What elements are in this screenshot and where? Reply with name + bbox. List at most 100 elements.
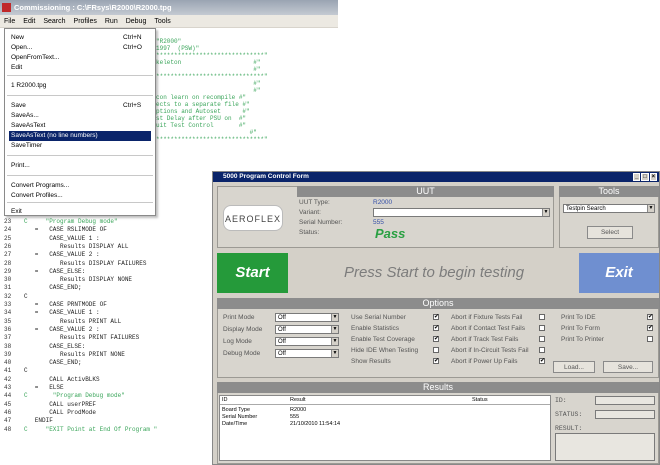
abort-option-checkbox[interactable] [539, 314, 545, 320]
save-button[interactable]: Save... [603, 361, 653, 373]
mode-dropdown[interactable]: Off ▼ [275, 349, 339, 358]
tools-select-value: Testpin Search [566, 206, 606, 212]
abort-option-checkbox[interactable] [539, 336, 545, 342]
app-icon [2, 3, 11, 12]
start-button[interactable]: Start [217, 253, 288, 293]
option-label: Enable Test Coverage [351, 336, 415, 343]
code-line: CASE_END; [24, 284, 82, 292]
option-label: Use Serial Number [351, 314, 406, 321]
results-column-header: Status [472, 397, 488, 403]
print-option-checkbox[interactable] [647, 336, 653, 342]
aeroflex-logo: AEROFLEX [223, 205, 283, 231]
results-table[interactable]: ID Result Status Board Type R2000 Serial Numb… [219, 395, 551, 461]
file-menu-item-label: Print... [11, 162, 30, 169]
file-menu-item[interactable]: New Ctrl+N [9, 33, 151, 43]
option-checkbox[interactable]: ✔ [433, 325, 439, 331]
menu-run[interactable]: Run [105, 15, 118, 27]
option-checkbox[interactable] [433, 347, 439, 353]
code-line: CALL userPREF [24, 400, 97, 408]
menu-edit[interactable]: Edit [23, 15, 35, 27]
file-menu-item[interactable]: Exit [9, 207, 151, 217]
options-header: Options [217, 298, 659, 309]
variant-label: Variant: [299, 209, 321, 216]
file-menu-shortcut: Ctrl+O [123, 44, 142, 51]
menu-file[interactable]: File [4, 15, 15, 27]
uut-type-label: UUT Type: [299, 199, 330, 206]
code-line: = CASE RSLIMODE OF [24, 226, 107, 234]
line-number: 42 [4, 375, 12, 383]
line-number: 39 [4, 350, 12, 358]
print-option-label: Print To Form [561, 325, 600, 332]
abort-option-checkbox[interactable]: ✔ [539, 358, 545, 364]
mode-label: Debug Mode [223, 350, 261, 357]
option-checkbox[interactable]: ✔ [433, 358, 439, 364]
abort-option-checkbox[interactable] [539, 325, 545, 331]
option-checkbox[interactable]: ✔ [433, 314, 439, 320]
exit-button[interactable]: Exit [579, 253, 659, 293]
code-line: Results PRINT FAILURES [24, 334, 140, 342]
file-menu-item[interactable]: Open... Ctrl+O [9, 43, 151, 53]
file-menu-item[interactable]: 1 R2000.tpg [9, 81, 151, 91]
file-menu-item-label: Open... [11, 44, 33, 51]
menu-search[interactable]: Search [43, 15, 65, 27]
chevron-down-icon: ▼ [647, 205, 654, 212]
file-menu-item[interactable]: OpenFromText... [9, 53, 151, 63]
maximize-button[interactable]: □ [641, 173, 649, 181]
menu-debug[interactable]: Debug [126, 15, 147, 27]
line-number: 47 [4, 417, 12, 425]
tools-header: Tools [559, 186, 659, 197]
variant-dropdown[interactable]: ▼ [373, 208, 550, 217]
line-number: 45 [4, 400, 12, 408]
mode-label: Print Mode [223, 314, 255, 321]
mode-dropdown[interactable]: Off ▼ [275, 325, 339, 334]
file-menu-item[interactable]: Edit [9, 63, 151, 73]
line-number: 24 [4, 226, 12, 234]
result-detail-field [595, 410, 655, 419]
file-menu-item[interactable]: Convert Programs... [9, 181, 151, 191]
option-checkbox[interactable]: ✔ [433, 336, 439, 342]
line-number: 29 [4, 267, 12, 275]
chevron-down-icon: ▼ [331, 326, 338, 333]
mode-dropdown[interactable]: Off ▼ [275, 313, 339, 322]
file-menu-item[interactable]: SaveAsText (no line numbers) [9, 131, 151, 141]
close-button[interactable]: × [649, 173, 657, 181]
uut-type-value: R2000 [373, 199, 393, 206]
line-number: 46 [4, 408, 12, 416]
minimize-button[interactable]: _ [633, 173, 641, 181]
code-line: CASE_VALUE 1 : [24, 234, 100, 242]
chevron-down-icon: ▼ [331, 314, 338, 321]
select-button[interactable]: Select [587, 226, 633, 239]
result-detail-label: STATUS: [555, 411, 583, 418]
file-menu-item[interactable]: Convert Profiles... [9, 191, 151, 201]
line-number: 48 [4, 425, 12, 433]
print-option-checkbox[interactable]: ✔ [647, 314, 653, 320]
line-number: 35 [4, 317, 12, 325]
file-menu-item[interactable]: Print... [9, 161, 151, 171]
code-line: = CASE_ELSE: [24, 267, 86, 275]
file-menu-item[interactable]: SaveAs... [9, 111, 151, 121]
file-menu-item-label: Exit [11, 208, 22, 215]
code-line: keleton #" [156, 59, 261, 66]
code-line: #" [156, 80, 261, 87]
tools-select[interactable]: Testpin Search ▼ [563, 204, 655, 213]
print-option-checkbox[interactable]: ✔ [647, 325, 653, 331]
menu-separator [7, 155, 153, 156]
results-header-divider [220, 404, 550, 405]
editor-title: Commissioning : C:\FRsys\R2000\R2000.tpg [14, 3, 172, 12]
abort-option-label: Abort if Fixture Tests Fail [451, 314, 523, 321]
file-menu-item[interactable]: SaveAsText [9, 121, 151, 131]
menu-profiles[interactable]: Profiles [74, 15, 97, 27]
file-menu-item[interactable]: Save Ctrl+S [9, 101, 151, 111]
code-line: ptions and Autoset #" [156, 108, 250, 115]
abort-option-checkbox[interactable] [539, 347, 545, 353]
option-label: Enable Statistics [351, 325, 400, 332]
code-line: #" [156, 87, 261, 94]
load-button[interactable]: Load... [553, 361, 595, 373]
uut-header: UUT [297, 186, 554, 197]
menu-tools[interactable]: Tools [154, 15, 170, 27]
code-line: #" [156, 129, 257, 136]
serial-number-label: Serial Number: [299, 219, 343, 226]
results-cell: R2000 [290, 407, 307, 413]
file-menu-item[interactable]: SaveTimer [9, 141, 151, 151]
mode-dropdown[interactable]: Off ▼ [275, 337, 339, 346]
